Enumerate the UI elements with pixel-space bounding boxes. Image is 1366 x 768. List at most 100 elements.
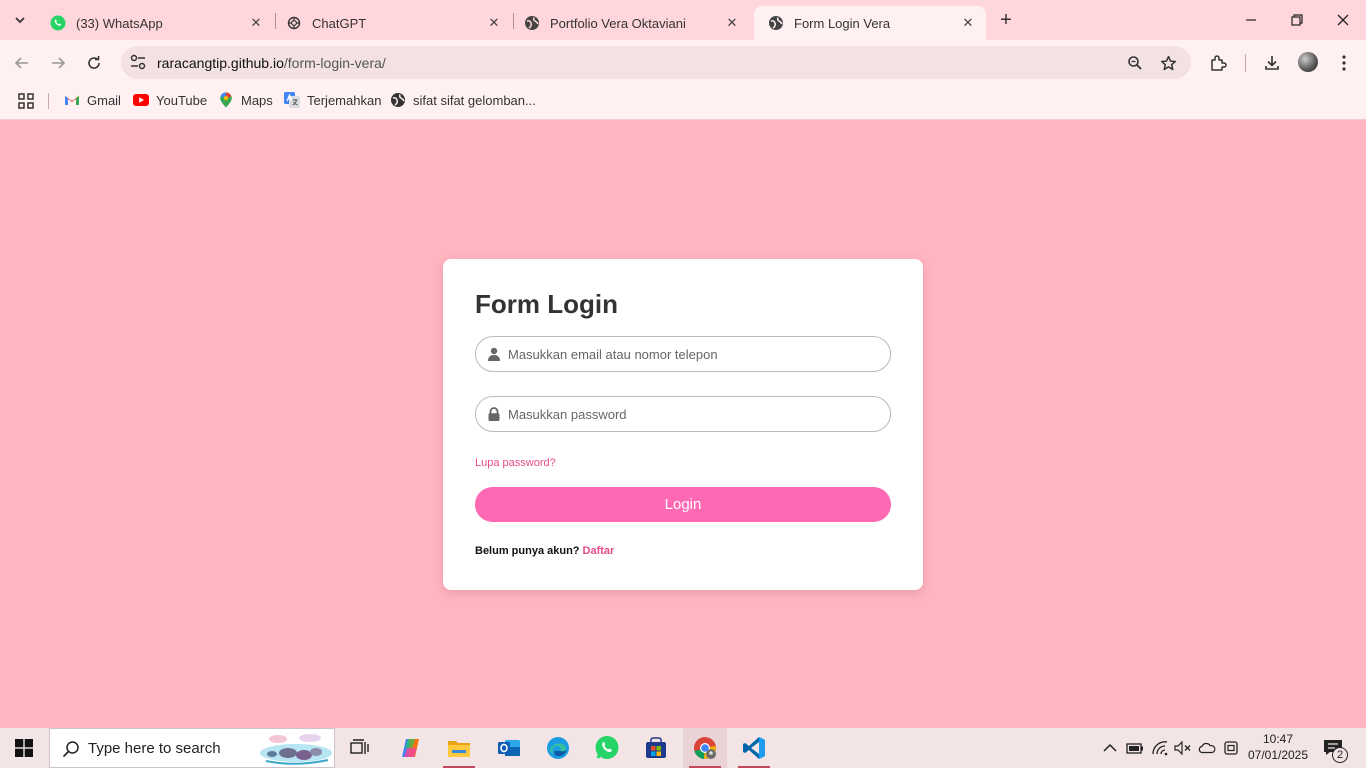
extensions-icon[interactable]	[1207, 52, 1229, 74]
login-button[interactable]: Login	[475, 487, 891, 522]
address-bar[interactable]: raracangtip.github.io/form-login-vera/	[121, 46, 1191, 79]
minimize-button[interactable]	[1228, 0, 1274, 40]
form-title: Form Login	[475, 289, 618, 319]
bookmark-label: sifat sifat gelomban...	[413, 92, 536, 108]
chatgpt-icon	[286, 15, 302, 31]
gmail-icon	[64, 92, 80, 108]
signup-prompt: Belum punya akun? Daftar	[475, 545, 614, 557]
tab-strip: (33) WhatsApp ✕ ChatGPT ✕ Portfolio Vera…	[0, 0, 1366, 40]
user-icon	[488, 347, 500, 361]
close-tab-icon[interactable]: ✕	[248, 15, 264, 31]
tab-title: (33) WhatsApp	[76, 15, 163, 31]
bookmark-youtube[interactable]: YouTube	[133, 92, 207, 108]
more-menu-icon[interactable]	[1333, 52, 1355, 74]
bookmark-maps[interactable]: Maps	[218, 92, 273, 108]
tab-search-button[interactable]	[8, 8, 32, 32]
close-window-button[interactable]	[1320, 0, 1366, 40]
taskbar-clock[interactable]: 10:47 07/01/2025	[1244, 731, 1312, 763]
windows-logo-icon	[15, 739, 33, 757]
password-field[interactable]	[475, 396, 891, 432]
tab-whatsapp[interactable]: (33) WhatsApp ✕	[36, 6, 274, 40]
bookmark-label: Maps	[241, 92, 273, 108]
whatsapp-taskbar-app[interactable]	[585, 728, 629, 768]
globe-icon	[524, 15, 540, 31]
reload-icon	[88, 56, 100, 69]
browser-toolbar: raracangtip.github.io/form-login-vera/	[0, 40, 1366, 85]
battery-icon[interactable]	[1126, 739, 1144, 757]
site-settings-icon[interactable]	[129, 53, 147, 71]
tab-title: ChatGPT	[312, 15, 367, 31]
close-tab-icon[interactable]: ✕	[960, 15, 976, 31]
password-input[interactable]	[508, 397, 878, 431]
globe-icon	[390, 92, 406, 108]
email-input[interactable]	[508, 337, 878, 371]
tab-portfolio[interactable]: Portfolio Vera Oktaviani ✕	[510, 6, 750, 40]
url-path: /form-login-vera/	[283, 55, 386, 71]
bookmark-label: Terjemahkan	[307, 92, 382, 108]
onedrive-icon[interactable]	[1198, 739, 1216, 757]
url-text[interactable]: raracangtip.github.io/form-login-vera/	[157, 55, 386, 71]
outlook-taskbar-app[interactable]	[487, 728, 531, 768]
page-content: Form Login Lupa password? Login Belum pu…	[0, 121, 1366, 728]
download-icon[interactable]	[1261, 52, 1283, 74]
task-view-button[interactable]	[338, 728, 382, 768]
speaker-muted-icon[interactable]	[1174, 739, 1192, 757]
chevron-down-icon	[15, 17, 25, 24]
tab-title: Form Login Vera	[794, 15, 891, 31]
clock-date: 07/01/2025	[1247, 748, 1309, 762]
arrow-left-icon	[14, 57, 28, 69]
bookmark-gmail[interactable]: Gmail	[64, 92, 121, 108]
globe-icon	[768, 15, 784, 31]
search-placeholder: Type here to search	[88, 740, 221, 757]
bookmarks-divider	[48, 93, 49, 109]
tab-chatgpt[interactable]: ChatGPT ✕	[272, 6, 512, 40]
chrome-taskbar-app[interactable]	[683, 728, 727, 768]
clock-time: 10:47	[1262, 732, 1294, 746]
toolbar-divider	[1245, 54, 1246, 72]
search-icon	[62, 741, 79, 758]
zoom-icon[interactable]	[1125, 53, 1145, 73]
forward-button[interactable]	[45, 50, 71, 76]
vscode-taskbar-app[interactable]	[732, 728, 776, 768]
new-tab-button[interactable]: +	[995, 9, 1017, 31]
signup-link[interactable]: Daftar	[583, 545, 615, 557]
profile-avatar[interactable]	[1298, 52, 1318, 72]
outlook-icon	[498, 740, 520, 756]
task-view-icon	[350, 739, 369, 754]
forgot-password-link[interactable]: Lupa password?	[475, 457, 556, 469]
store-icon	[646, 737, 666, 758]
tab-form-login[interactable]: Form Login Vera ✕	[754, 6, 986, 40]
copilot-taskbar-app[interactable]	[389, 728, 433, 768]
store-taskbar-app[interactable]	[634, 728, 678, 768]
bookmark-translate[interactable]: Terjemahkan	[284, 92, 381, 108]
bookmark-label: Gmail	[87, 92, 121, 108]
bookmark-star-icon[interactable]	[1158, 53, 1178, 73]
apps-grid-icon[interactable]	[18, 93, 34, 109]
folder-icon	[448, 741, 470, 757]
edge-taskbar-app[interactable]	[536, 728, 580, 768]
close-tab-icon[interactable]: ✕	[724, 15, 740, 31]
restore-button[interactable]	[1274, 0, 1320, 40]
reload-button[interactable]	[81, 50, 107, 76]
taskbar-search[interactable]: Type here to search	[49, 728, 335, 768]
start-button[interactable]	[0, 728, 48, 768]
wifi-icon[interactable]	[1151, 739, 1169, 757]
whatsapp-icon	[595, 736, 619, 759]
email-field[interactable]	[475, 336, 891, 372]
tab-title: Portfolio Vera Oktaviani	[550, 15, 686, 31]
copilot-icon	[402, 739, 419, 757]
arrow-right-icon	[52, 57, 66, 69]
signup-prompt-text: Belum punya akun?	[475, 545, 580, 557]
meet-now-icon[interactable]	[1222, 739, 1240, 757]
whatsapp-icon	[50, 15, 66, 31]
close-tab-icon[interactable]: ✕	[486, 15, 502, 31]
lock-icon	[488, 407, 500, 421]
close-icon	[1337, 14, 1349, 26]
file-explorer-taskbar-app[interactable]	[437, 728, 481, 768]
chevron-up-icon	[1103, 743, 1117, 752]
back-button[interactable]	[9, 50, 35, 76]
bookmark-sifat-gelombang[interactable]: sifat sifat gelomban...	[390, 92, 536, 108]
maps-icon	[218, 92, 234, 108]
show-hidden-icons-button[interactable]	[1101, 739, 1119, 757]
bookmarks-bar: Gmail YouTube Maps Terjemahkan sifat sif…	[0, 85, 1366, 120]
